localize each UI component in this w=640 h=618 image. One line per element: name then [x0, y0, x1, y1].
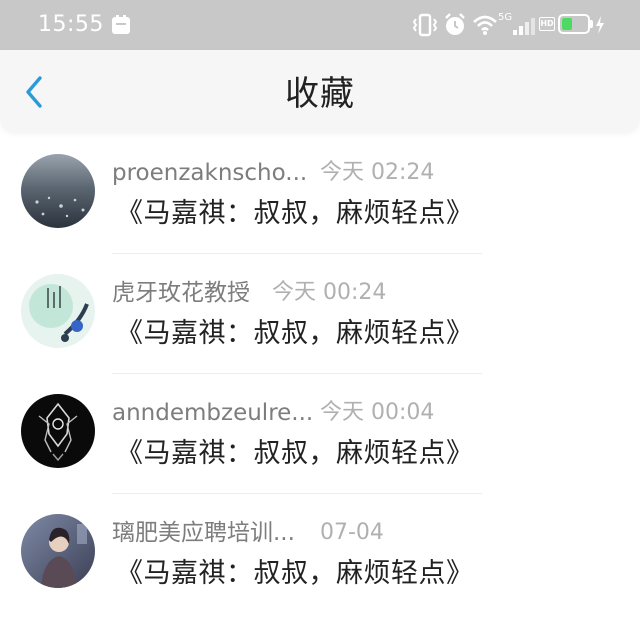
list-item[interactable]: 虎牙玫花教授 今天 00:24 《马嘉祺：叔叔，麻烦轻点》: [0, 254, 640, 374]
item-title: 《马嘉祺：叔叔，麻烦轻点》: [116, 318, 474, 349]
author-name: anndembzeulre...: [112, 400, 314, 426]
battery-icon: [558, 14, 590, 34]
timestamp: 今天 00:24: [272, 280, 387, 305]
item-title: 《马嘉祺：叔叔，麻烦轻点》: [116, 558, 474, 589]
wifi-icon: [473, 15, 497, 35]
author-name: 璃肥美应聘培训...: [112, 520, 295, 546]
author-name: 虎牙玫花教授: [112, 280, 250, 306]
timestamp: 今天 00:04: [320, 400, 435, 425]
author-name: proenzaknscho...: [112, 160, 308, 186]
notification-icon: [112, 15, 130, 34]
network-type-label: 5G: [498, 12, 513, 23]
item-title: 《马嘉祺：叔叔，麻烦轻点》: [116, 438, 474, 469]
list-item[interactable]: proenzaknscho... 今天 02:24 《马嘉祺：叔叔，麻烦轻点》: [0, 134, 640, 254]
battery-cap: [590, 20, 593, 28]
status-bar: 15:55 5G HD: [0, 0, 640, 50]
status-time: 15:55: [38, 12, 104, 37]
signal-icon: [513, 18, 535, 35]
avatar: [21, 154, 95, 228]
list-item[interactable]: anndembzeulre... 今天 00:04 《马嘉祺：叔叔，麻烦轻点》: [0, 374, 640, 494]
avatar: [21, 514, 95, 588]
item-title: 《马嘉祺：叔叔，麻烦轻点》: [116, 198, 474, 229]
charging-icon: [596, 16, 604, 34]
favorites-list: proenzaknscho... 今天 02:24 《马嘉祺：叔叔，麻烦轻点》 …: [0, 134, 640, 614]
vibrate-icon: [412, 13, 438, 37]
battery-fill: [562, 18, 572, 30]
hd-badge: HD: [539, 17, 555, 31]
alarm-icon: [445, 13, 465, 35]
nav-bar: 收藏: [0, 50, 640, 132]
timestamp: 今天 02:24: [320, 160, 435, 185]
avatar: [21, 394, 95, 468]
timestamp: 07-04: [320, 520, 384, 545]
list-item[interactable]: 璃肥美应聘培训... 07-04 《马嘉祺：叔叔，麻烦轻点》: [0, 494, 640, 614]
avatar: [21, 274, 95, 348]
page-title: 收藏: [285, 74, 355, 114]
